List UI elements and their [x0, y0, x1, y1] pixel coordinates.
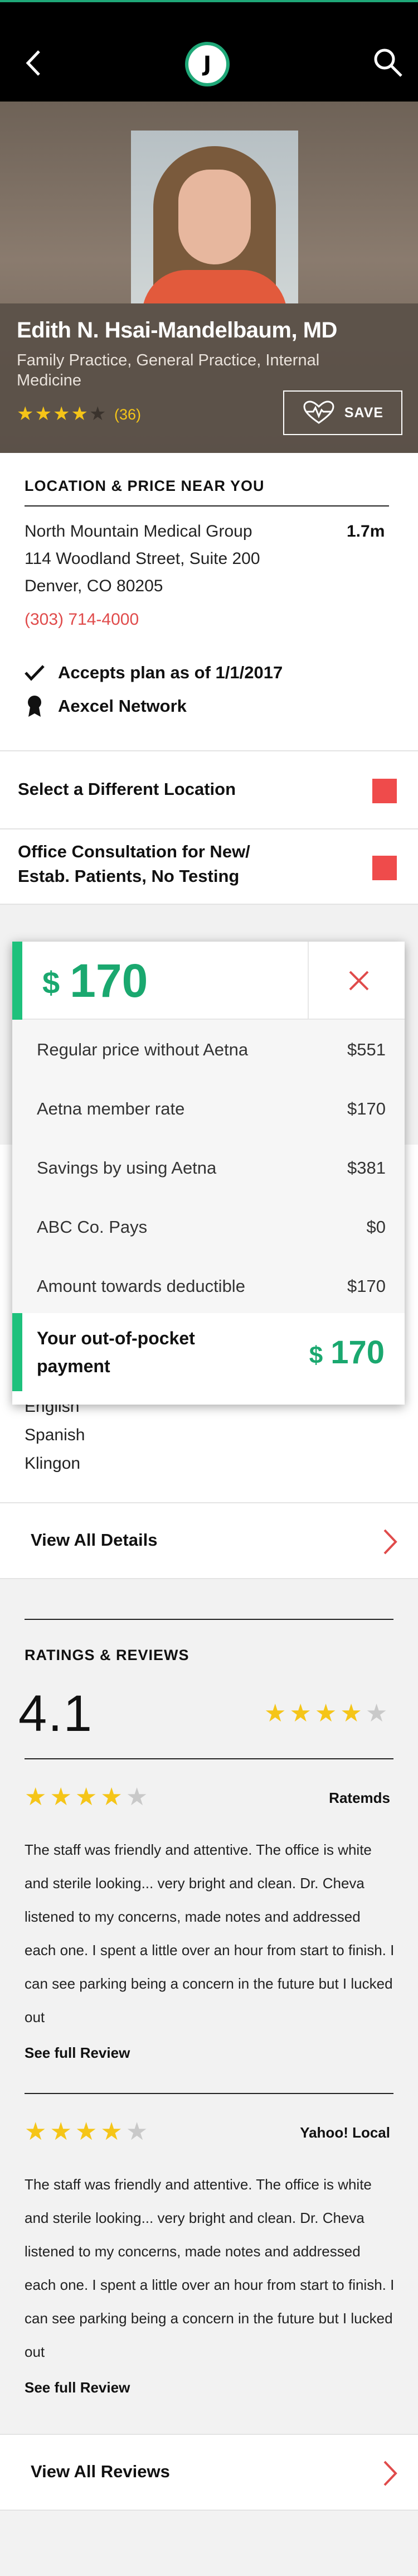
price-row-label: Amount towards deductible	[37, 1276, 245, 1296]
view-all-details-label: View All Details	[31, 1530, 158, 1550]
price-amount: 170	[70, 954, 148, 1007]
price-breakdown-rows: Regular price without Aetna $551 Aetna me…	[12, 1020, 405, 1313]
app-header: J	[0, 0, 418, 102]
save-label: SAVE	[344, 404, 384, 421]
save-button[interactable]: SAVE	[283, 390, 402, 435]
average-rating-stars: ★★★★★	[264, 1700, 391, 1727]
plan-status: Accepts plan as of 1/1/2017	[25, 663, 283, 683]
price-row-value: $170	[347, 1276, 386, 1296]
review-stars: ★★★★★	[25, 1783, 152, 1811]
close-icon[interactable]	[346, 967, 372, 994]
price-row: Aetna member rate $170	[12, 1079, 405, 1138]
app-logo[interactable]: J	[185, 42, 230, 86]
out-of-pocket-amount: $170	[309, 1333, 385, 1375]
network-status: Aexcel Network	[25, 696, 187, 717]
section-divider	[25, 1619, 393, 1620]
see-full-review-link[interactable]: See full Review	[25, 2379, 130, 2396]
practice-city: Denver, CO 80205	[25, 577, 163, 595]
review-source: Ratemds	[329, 1789, 390, 1806]
service-selector-indicator	[372, 856, 397, 880]
price-row: Regular price without Aetna $551	[12, 1020, 405, 1079]
currency-symbol: $	[42, 965, 60, 1000]
price-breakdown-popup: $170 Regular price without Aetna $551 Aet…	[12, 942, 405, 1405]
popup-header: $170	[12, 942, 405, 1020]
location-selector-indicator	[372, 779, 397, 803]
price-row-label: Savings by using Aetna	[37, 1158, 217, 1178]
doctor-photo	[131, 131, 298, 303]
price-row-value: $0	[366, 1217, 386, 1237]
see-full-review-link[interactable]: See full Review	[25, 2044, 130, 2062]
phone-link[interactable]: (303) 714-4000	[25, 610, 139, 629]
price-row-label: Aetna member rate	[37, 1099, 185, 1118]
award-ribbon-icon	[25, 696, 45, 717]
search-icon[interactable]	[372, 47, 404, 78]
price-row-value: $551	[347, 1040, 386, 1059]
accent-bar	[12, 942, 22, 1020]
section-divider	[25, 505, 389, 506]
language-item: Klingon	[25, 1454, 81, 1473]
network-text: Aexcel Network	[58, 696, 187, 716]
languages-list: English Spanish Klingon	[25, 1392, 85, 1478]
checkmark-icon	[25, 663, 45, 683]
practice-street: 114 Woodland Street, Suite 200	[25, 549, 260, 568]
distance: 1.7m	[347, 522, 385, 541]
price-row-value: $170	[347, 1099, 386, 1118]
chevron-right-icon	[382, 2459, 398, 2487]
practice-address: North Mountain Medical Group 114 Woodlan…	[25, 518, 260, 600]
service-selector-row[interactable]: Office Consultation for New/ Estab. Pati…	[0, 828, 418, 905]
view-all-reviews-row[interactable]: View All Reviews	[0, 2434, 418, 2511]
price-row: ABC Co. Pays $0	[12, 1197, 405, 1256]
location-section-title: LOCATION & PRICE NEAR YOU	[25, 477, 265, 494]
doctor-name: Edith N. Hsai-Mandelbaum, MD	[17, 318, 337, 342]
chevron-right-icon	[382, 1528, 398, 1556]
price-row: Savings by using Aetna $381	[12, 1138, 405, 1197]
estimated-price: $170	[42, 954, 148, 1010]
reviews-section-title: RATINGS & REVIEWS	[25, 1647, 189, 1663]
review-stars: ★★★★★	[25, 2118, 152, 2145]
heart-pulse-icon	[303, 401, 334, 424]
accent-bar	[12, 1313, 22, 1391]
view-all-details-row[interactable]: View All Details	[0, 1502, 418, 1579]
plan-status-text: Accepts plan as of 1/1/2017	[58, 663, 283, 682]
out-of-pocket-value: 170	[330, 1334, 385, 1371]
out-of-pocket-row: Your out-of-pocket payment $170	[12, 1313, 405, 1391]
rating-stars: ★★★★★	[17, 403, 108, 424]
out-of-pocket-label: Your out-of-pocket payment	[37, 1328, 195, 1376]
average-rating: 4.1	[18, 1685, 93, 1742]
logo-letter: J	[203, 52, 212, 76]
price-row-label: ABC Co. Pays	[37, 1217, 148, 1237]
review-text: The staff was friendly and attentive. Th…	[25, 2176, 395, 2360]
practice-group: North Mountain Medical Group	[25, 522, 252, 541]
review-source: Yahoo! Local	[300, 2124, 390, 2141]
price-row-label: Regular price without Aetna	[37, 1040, 249, 1059]
back-arrow-icon[interactable]	[25, 49, 42, 77]
language-item: Spanish	[25, 1426, 85, 1444]
provider-detail-page: J Edith N. Hsai-Mandelbaum, MD Family Pr…	[0, 0, 418, 2576]
select-location-label: Select a Different Location	[18, 779, 236, 799]
select-location-row[interactable]: Select a Different Location	[0, 750, 418, 828]
currency-symbol: $	[309, 1342, 323, 1369]
doctor-hero: Edith N. Hsai-Mandelbaum, MD Family Prac…	[0, 102, 418, 453]
price-row: Amount towards deductible $170	[12, 1256, 405, 1315]
review-text: The staff was friendly and attentive. Th…	[25, 1841, 395, 2025]
doctor-specialty: Family Practice, General Practice, Inter…	[17, 351, 320, 389]
price-row-value: $381	[347, 1158, 386, 1178]
view-all-reviews-label: View All Reviews	[31, 2462, 170, 2481]
service-label: Office Consultation for New/ Estab. Pati…	[18, 842, 250, 886]
section-divider	[25, 2093, 393, 2094]
section-divider	[25, 1758, 393, 1759]
review-count: (36)	[114, 406, 142, 423]
